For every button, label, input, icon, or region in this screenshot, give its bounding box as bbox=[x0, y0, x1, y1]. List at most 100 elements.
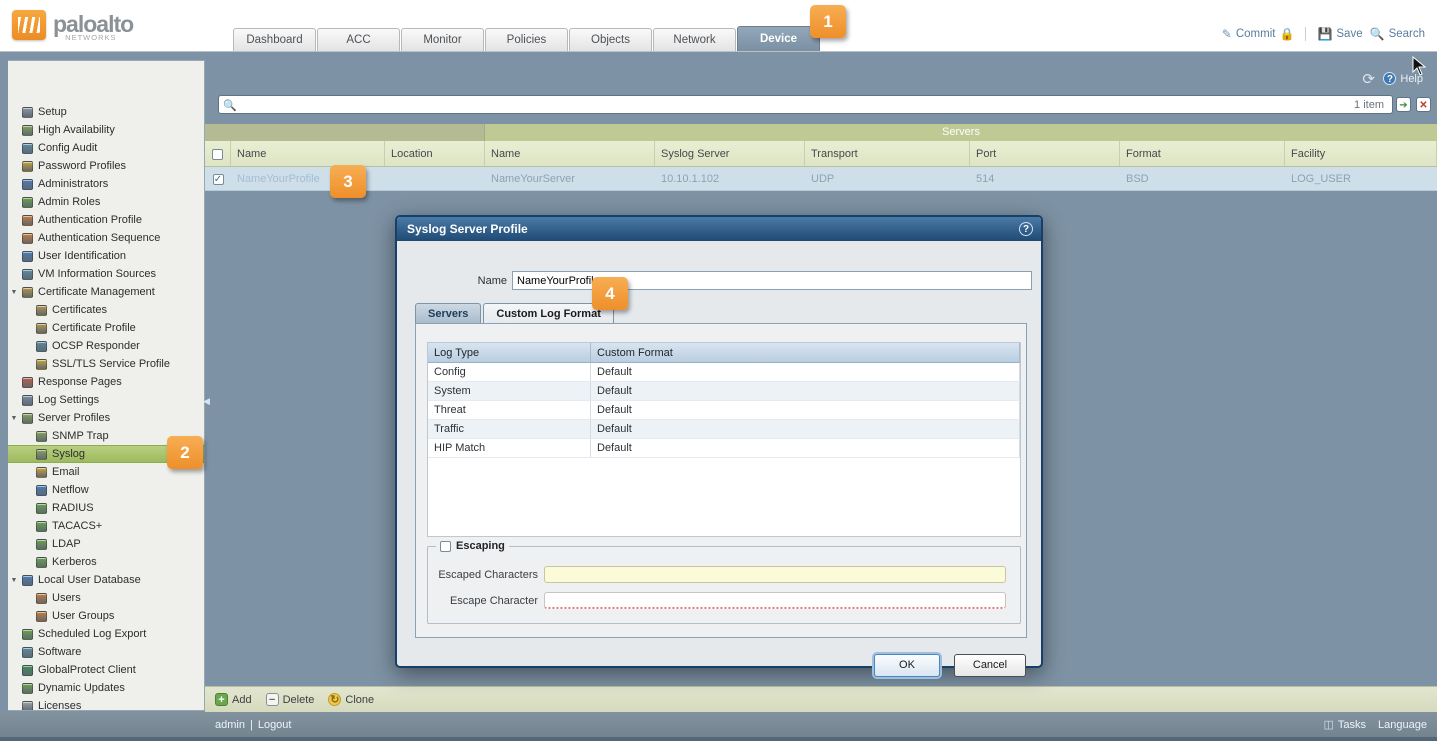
filter-search-input[interactable]: 🔍 1 item bbox=[218, 95, 1393, 114]
sidebar-item-certificates[interactable]: Certificates bbox=[8, 301, 204, 319]
column-header-port[interactable]: Port bbox=[970, 141, 1120, 166]
tasks-icon: ◫ bbox=[1324, 718, 1334, 731]
column-header-name[interactable]: Name bbox=[485, 141, 655, 166]
tacacs-icon bbox=[36, 521, 47, 532]
sidebar-item-log-settings[interactable]: Log Settings bbox=[8, 391, 204, 409]
sidebar-item-ocsp-responder[interactable]: OCSP Responder bbox=[8, 337, 204, 355]
sidebar-item-vm-information-sources[interactable]: VM Information Sources bbox=[8, 265, 204, 283]
sidebar-collapse-arrow[interactable]: ◀ bbox=[203, 396, 210, 407]
column-header-transport[interactable]: Transport bbox=[805, 141, 970, 166]
column-header-format[interactable]: Format bbox=[1120, 141, 1285, 166]
nav-tab-dashboard[interactable]: Dashboard bbox=[233, 28, 316, 51]
callout-badge-2: 2 bbox=[167, 436, 203, 469]
sidebar-item-label: High Availability bbox=[38, 124, 115, 136]
sidebar-item-server-profiles[interactable]: ▼Server Profiles bbox=[8, 409, 204, 427]
sidebar-item-tacacs-[interactable]: TACACS+ bbox=[8, 517, 204, 535]
sidebar-item-ldap[interactable]: LDAP bbox=[8, 535, 204, 553]
cancel-button[interactable]: Cancel bbox=[954, 654, 1026, 677]
expand-collapse-icon[interactable]: ▼ bbox=[8, 415, 20, 422]
escaped-characters-input[interactable] bbox=[544, 566, 1006, 583]
callout-badge-4: 4 bbox=[592, 277, 628, 310]
add-button[interactable]: + Add bbox=[215, 693, 252, 706]
main-nav-tabs: DashboardACCMonitorPoliciesObjectsNetwor… bbox=[233, 28, 820, 51]
column-header-name[interactable]: Name bbox=[231, 141, 385, 166]
log-format-table: Log TypeCustom Format ConfigDefaultSyste… bbox=[427, 342, 1021, 537]
sidebar-item-dynamic-updates[interactable]: Dynamic Updates bbox=[8, 679, 204, 697]
device-sidebar-tree: Setup High Availability Config AuditPasswo… bbox=[8, 60, 205, 711]
sidebar-item-user-groups[interactable]: User Groups bbox=[8, 607, 204, 625]
select-all-checkbox[interactable] bbox=[212, 149, 223, 160]
tasks-button[interactable]: ◫ Tasks bbox=[1324, 718, 1367, 731]
sidebar-item-certificate-profile[interactable]: Certificate Profile bbox=[8, 319, 204, 337]
expand-collapse-icon[interactable]: ▼ bbox=[8, 289, 20, 296]
sidebar-item-label: SSL/TLS Service Profile bbox=[52, 358, 170, 370]
dialog-tab-servers[interactable]: Servers bbox=[415, 303, 481, 323]
sidebar-item-software[interactable]: Software bbox=[8, 643, 204, 661]
log-type-row[interactable]: TrafficDefault bbox=[428, 420, 1020, 439]
nav-tab-acc[interactable]: ACC bbox=[317, 28, 400, 51]
language-button[interactable]: Language bbox=[1378, 719, 1427, 731]
apply-filter-button[interactable]: ➔ bbox=[1396, 97, 1411, 112]
sidebar-item-admin-roles[interactable]: Admin Roles bbox=[8, 193, 204, 211]
log-type-row[interactable]: HIP MatchDefault bbox=[428, 439, 1020, 458]
sidebar-item-radius[interactable]: RADIUS bbox=[8, 499, 204, 517]
sidebar-item-licenses[interactable]: Licenses bbox=[8, 697, 204, 711]
clear-filter-button[interactable]: ✕ bbox=[1416, 97, 1431, 112]
nav-tab-device[interactable]: Device bbox=[737, 26, 820, 51]
sidebar-item-authentication-sequence[interactable]: Authentication Sequence bbox=[8, 229, 204, 247]
table-body: ✓NameYourProfileNameYourServer10.10.1.10… bbox=[205, 167, 1437, 191]
response-pages-icon bbox=[22, 377, 33, 388]
commit-button[interactable]: ✎ Commit 🔒 bbox=[1222, 27, 1295, 41]
status-right: ◫ Tasks Language bbox=[1324, 718, 1427, 731]
log-settings-icon bbox=[22, 395, 33, 406]
sidebar-item-authentication-profile[interactable]: Authentication Profile bbox=[8, 211, 204, 229]
sidebar-item-kerberos[interactable]: Kerberos bbox=[8, 553, 204, 571]
refresh-icon[interactable]: ⟳ bbox=[1362, 70, 1375, 88]
log-type-row[interactable]: SystemDefault bbox=[428, 382, 1020, 401]
sidebar-item-local-user-database[interactable]: ▼Local User Database bbox=[8, 571, 204, 589]
sidebar-item-certificate-management[interactable]: ▼Certificate Management bbox=[8, 283, 204, 301]
bottom-strip bbox=[0, 737, 1437, 741]
nav-tab-network[interactable]: Network bbox=[653, 28, 736, 51]
ocsp-icon bbox=[36, 341, 47, 352]
expand-collapse-icon[interactable]: ▼ bbox=[8, 577, 20, 584]
column-header-facility[interactable]: Facility bbox=[1285, 141, 1437, 166]
column-header-syslog-server[interactable]: Syslog Server bbox=[655, 141, 805, 166]
dialog-help-icon[interactable]: ? bbox=[1019, 222, 1033, 236]
database-icon bbox=[22, 575, 33, 586]
sidebar-item-password-profiles[interactable]: Password Profiles bbox=[8, 157, 204, 175]
sidebar-item-label: Scheduled Log Export bbox=[38, 628, 146, 640]
nav-tab-objects[interactable]: Objects bbox=[569, 28, 652, 51]
sidebar-item-users[interactable]: Users bbox=[8, 589, 204, 607]
sidebar-item-netflow[interactable]: Netflow bbox=[8, 481, 204, 499]
sidebar-item-config-audit[interactable]: Config Audit bbox=[8, 139, 204, 157]
search-button[interactable]: 🔍 Search bbox=[1370, 27, 1425, 41]
log-type-row[interactable]: ThreatDefault bbox=[428, 401, 1020, 420]
save-button[interactable]: 💾 Save bbox=[1317, 27, 1362, 41]
admin-roles-icon bbox=[22, 197, 33, 208]
nav-tab-policies[interactable]: Policies bbox=[485, 28, 568, 51]
table-row[interactable]: ✓NameYourProfileNameYourServer10.10.1.10… bbox=[205, 167, 1437, 191]
sidebar-item-administrators[interactable]: Administrators bbox=[8, 175, 204, 193]
delete-button[interactable]: − Delete bbox=[266, 693, 315, 706]
column-header-location[interactable]: Location bbox=[385, 141, 485, 166]
sidebar-item-user-identification[interactable]: User Identification bbox=[8, 247, 204, 265]
sidebar-item-high-availability[interactable]: High Availability bbox=[8, 121, 204, 139]
sidebar-item-response-pages[interactable]: Response Pages bbox=[8, 373, 204, 391]
escaping-checkbox[interactable] bbox=[440, 541, 451, 552]
nav-tab-monitor[interactable]: Monitor bbox=[401, 28, 484, 51]
ok-button[interactable]: OK bbox=[874, 654, 940, 677]
clone-button[interactable]: ↻ Clone bbox=[328, 693, 374, 706]
snmp-trap-icon bbox=[36, 431, 47, 442]
profile-name-input[interactable] bbox=[512, 271, 1032, 290]
sidebar-item-setup[interactable]: Setup bbox=[8, 103, 204, 121]
email-icon bbox=[36, 467, 47, 478]
sidebar-item-globalprotect-client[interactable]: GlobalProtect Client bbox=[8, 661, 204, 679]
escape-character-input[interactable] bbox=[544, 592, 1006, 609]
log-type-row[interactable]: ConfigDefault bbox=[428, 363, 1020, 382]
row-checkbox[interactable]: ✓ bbox=[213, 174, 224, 185]
sidebar-item-label: Admin Roles bbox=[38, 196, 100, 208]
logout-link[interactable]: Logout bbox=[258, 719, 292, 731]
sidebar-item-ssl-tls-service-profile[interactable]: SSL/TLS Service Profile bbox=[8, 355, 204, 373]
sidebar-item-scheduled-log-export[interactable]: Scheduled Log Export bbox=[8, 625, 204, 643]
